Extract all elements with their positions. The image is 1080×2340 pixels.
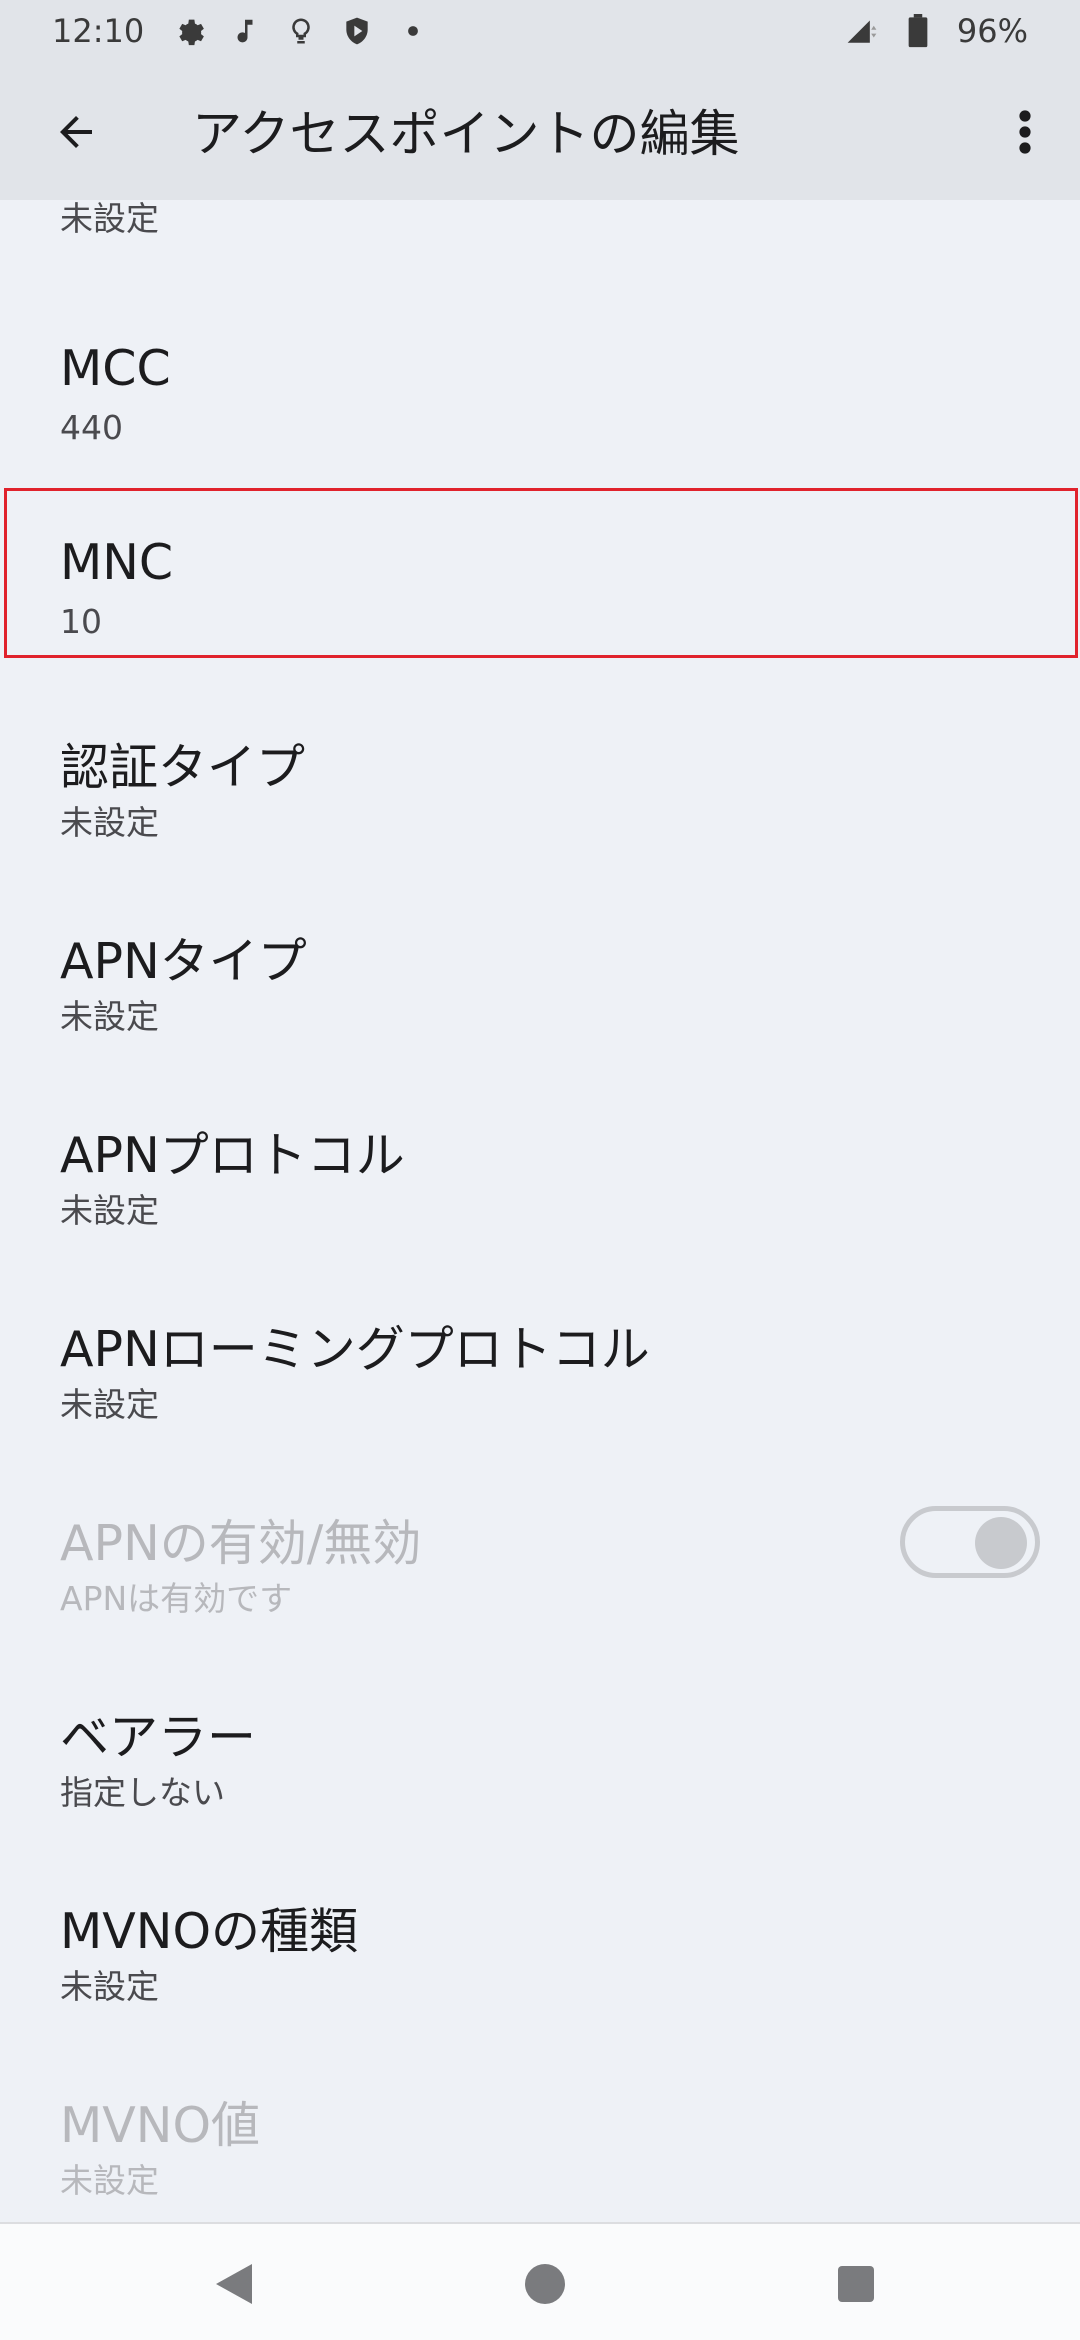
status-bar: 12:10 96% [0, 0, 1080, 62]
item-value: 10 [60, 602, 102, 641]
item-value: 未設定 [60, 2161, 159, 2200]
settings-list: 未設定 MCC 440 MNC 10 認証タイプ 未設定 APNタイプ 未設定 … [0, 200, 1080, 2222]
item-title: APNタイプ [60, 933, 307, 990]
item-value: APNは有効です [60, 1579, 293, 1618]
list-item-apn-type[interactable]: APNタイプ 未設定 [0, 878, 1080, 1072]
item-value: 未設定 [60, 1191, 159, 1230]
shield-icon [340, 14, 374, 48]
list-item-mcc[interactable]: MCC 440 [0, 296, 1080, 490]
item-title: APNローミングプロトコル [60, 1321, 650, 1378]
item-value: 440 [60, 408, 123, 447]
item-value: 未設定 [60, 997, 159, 1036]
item-value: 未設定 [60, 1967, 159, 2006]
app-bar: アクセスポイントの編集 [0, 62, 1080, 200]
navigation-bar [0, 2222, 1080, 2340]
item-title: MCC [60, 340, 171, 397]
nav-back-button[interactable] [194, 2244, 274, 2324]
signal-icon [845, 14, 879, 48]
item-title: 認証タイプ [60, 739, 306, 796]
status-bar-left: 12:10 [52, 12, 430, 50]
status-time: 12:10 [52, 12, 145, 50]
battery-icon [901, 14, 935, 48]
item-title: MVNOの種類 [60, 1903, 359, 1960]
list-item-mnc[interactable]: MNC 10 [0, 490, 1080, 684]
item-title: MVNO値 [60, 2097, 261, 2154]
list-item-auth-type[interactable]: 認証タイプ 未設定 [0, 684, 1080, 878]
battery-percentage: 96% [956, 12, 1028, 50]
list-item-mvno-value[interactable]: MVNO値 未設定 [0, 2042, 1080, 2222]
arrow-back-icon [60, 116, 92, 148]
back-button[interactable] [34, 90, 118, 174]
item-title: ベアラー [60, 1709, 257, 1766]
more-options-button[interactable] [990, 90, 1060, 174]
item-title: MNC [60, 534, 174, 591]
list-item-apn-protocol[interactable]: APNプロトコル 未設定 [0, 1072, 1080, 1266]
circle-home-icon [525, 2264, 565, 2304]
page-title: アクセスポイントの編集 [192, 105, 740, 163]
toggle-knob [975, 1517, 1027, 1569]
item-value: 未設定 [60, 1385, 159, 1424]
triangle-back-icon [216, 2264, 252, 2304]
list-item-apn-roaming-protocol[interactable]: APNローミングプロトコル 未設定 [0, 1266, 1080, 1460]
square-recents-icon [838, 2266, 874, 2302]
partial-item-subtitle: 未設定 [60, 200, 159, 238]
nav-home-button[interactable] [505, 2244, 585, 2324]
dot-icon [396, 14, 430, 48]
gear-icon [172, 14, 206, 48]
list-item-bearer[interactable]: ベアラー 指定しない [0, 1654, 1080, 1848]
item-title: APNの有効/無効 [60, 1515, 422, 1572]
status-bar-right: 96% [845, 12, 1028, 50]
nav-recents-button[interactable] [816, 2244, 896, 2324]
list-item-mvno-type[interactable]: MVNOの種類 未設定 [0, 1848, 1080, 2042]
item-value: 未設定 [60, 803, 159, 842]
music-note-icon [228, 14, 262, 48]
lightbulb-icon [284, 14, 318, 48]
more-vert-icon [1019, 110, 1031, 154]
apn-enable-toggle[interactable] [900, 1506, 1040, 1578]
item-title: APNプロトコル [60, 1127, 405, 1184]
item-value: 指定しない [60, 1773, 225, 1812]
